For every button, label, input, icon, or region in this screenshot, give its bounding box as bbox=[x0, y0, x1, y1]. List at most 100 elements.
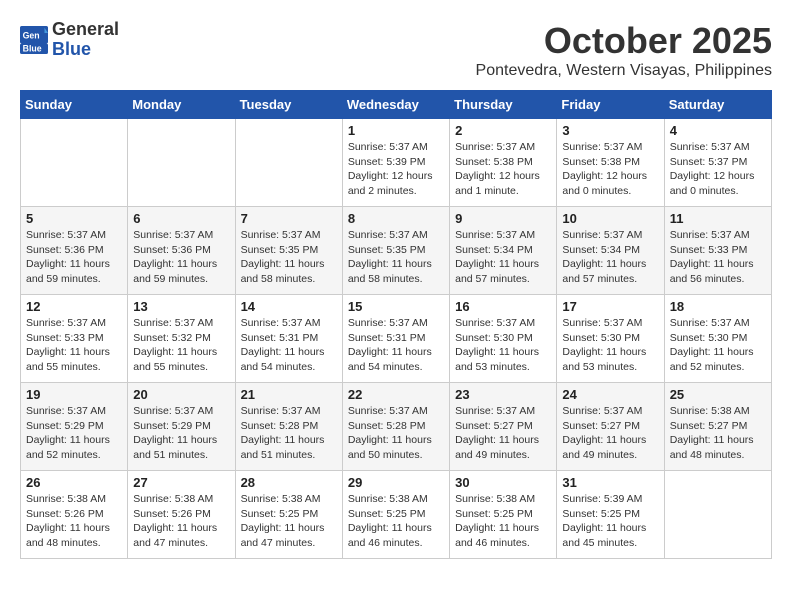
calendar-week-2: 5 Sunrise: 5:37 AM Sunset: 5:36 PM Daylig… bbox=[21, 207, 772, 295]
day-number: 30 bbox=[455, 475, 551, 490]
day-number: 14 bbox=[241, 299, 337, 314]
calendar-cell: 22Sunrise: 5:37 AM Sunset: 5:28 PM Dayli… bbox=[342, 383, 449, 471]
day-number: 4 bbox=[670, 123, 766, 138]
day-info: Sunrise: 5:37 AM Sunset: 5:28 PM Dayligh… bbox=[241, 404, 337, 463]
day-info: Sunrise: 5:37 AM Sunset: 5:38 PM Dayligh… bbox=[455, 140, 551, 199]
day-number: 28 bbox=[241, 475, 337, 490]
calendar-cell: 6Sunrise: 5:37 AM Sunset: 5:36 PM Daylig… bbox=[128, 207, 235, 295]
calendar-cell: 28 Sunrise: 5:38 AM Sunset: 5:25 PM Dayli… bbox=[235, 471, 342, 559]
day-number: 25 bbox=[670, 387, 766, 402]
day-info: Sunrise: 5:39 AM Sunset: 5:25 PM Dayligh… bbox=[562, 492, 658, 551]
day-number: 12 bbox=[26, 299, 122, 314]
calendar-cell: 24Sunrise: 5:37 AM Sunset: 5:27 PM Dayli… bbox=[557, 383, 664, 471]
day-info: Sunrise: 5:37 AM Sunset: 5:35 PM Dayligh… bbox=[241, 228, 337, 287]
day-number: 10 bbox=[562, 211, 658, 226]
calendar-week-5: 26 Sunrise: 5:38 AM Sunset: 5:26 PM Dayli… bbox=[21, 471, 772, 559]
calendar-week-1: 1 Sunrise: 5:37 AM Sunset: 5:39 PM Daylig… bbox=[21, 119, 772, 207]
day-number: 5 bbox=[26, 211, 122, 226]
day-info: Sunrise: 5:37 AM Sunset: 5:27 PM Dayligh… bbox=[562, 404, 658, 463]
day-info: Sunrise: 5:37 AM Sunset: 5:33 PM Dayligh… bbox=[26, 316, 122, 375]
calendar-week-4: 19 Sunrise: 5:37 AM Sunset: 5:29 PM Dayli… bbox=[21, 383, 772, 471]
calendar-cell: 26 Sunrise: 5:38 AM Sunset: 5:26 PM Dayli… bbox=[21, 471, 128, 559]
logo-text: General Blue bbox=[52, 20, 119, 60]
logo-blue: Blue bbox=[52, 40, 119, 60]
day-info: Sunrise: 5:38 AM Sunset: 5:26 PM Dayligh… bbox=[133, 492, 229, 551]
calendar-cell: 11Sunrise: 5:37 AM Sunset: 5:33 PM Dayli… bbox=[664, 207, 771, 295]
calendar-header: SundayMondayTuesdayWednesdayThursdayFrid… bbox=[21, 91, 772, 119]
day-info: Sunrise: 5:38 AM Sunset: 5:27 PM Dayligh… bbox=[670, 404, 766, 463]
day-info: Sunrise: 5:37 AM Sunset: 5:29 PM Dayligh… bbox=[26, 404, 122, 463]
svg-text:Blue: Blue bbox=[23, 43, 42, 53]
logo: Gen Blue General Blue bbox=[20, 20, 119, 60]
calendar-cell: 3Sunrise: 5:37 AM Sunset: 5:38 PM Daylig… bbox=[557, 119, 664, 207]
calendar-cell: 21 Sunrise: 5:37 AM Sunset: 5:28 PM Dayli… bbox=[235, 383, 342, 471]
calendar-cell: 18Sunrise: 5:37 AM Sunset: 5:30 PM Dayli… bbox=[664, 295, 771, 383]
day-info: Sunrise: 5:38 AM Sunset: 5:25 PM Dayligh… bbox=[241, 492, 337, 551]
calendar-cell: 1 Sunrise: 5:37 AM Sunset: 5:39 PM Daylig… bbox=[342, 119, 449, 207]
day-info: Sunrise: 5:37 AM Sunset: 5:31 PM Dayligh… bbox=[241, 316, 337, 375]
calendar-cell: 16 Sunrise: 5:37 AM Sunset: 5:30 PM Dayli… bbox=[450, 295, 557, 383]
day-info: Sunrise: 5:37 AM Sunset: 5:31 PM Dayligh… bbox=[348, 316, 444, 375]
day-number: 1 bbox=[348, 123, 444, 138]
calendar-cell: 14 Sunrise: 5:37 AM Sunset: 5:31 PM Dayli… bbox=[235, 295, 342, 383]
month-title: October 2025 bbox=[476, 20, 772, 62]
calendar-cell: 19 Sunrise: 5:37 AM Sunset: 5:29 PM Dayli… bbox=[21, 383, 128, 471]
day-info: Sunrise: 5:37 AM Sunset: 5:27 PM Dayligh… bbox=[455, 404, 551, 463]
day-info: Sunrise: 5:37 AM Sunset: 5:35 PM Dayligh… bbox=[348, 228, 444, 287]
calendar-cell: 17Sunrise: 5:37 AM Sunset: 5:30 PM Dayli… bbox=[557, 295, 664, 383]
calendar-cell: 9Sunrise: 5:37 AM Sunset: 5:34 PM Daylig… bbox=[450, 207, 557, 295]
calendar-cell: 13Sunrise: 5:37 AM Sunset: 5:32 PM Dayli… bbox=[128, 295, 235, 383]
calendar-cell: 8 Sunrise: 5:37 AM Sunset: 5:35 PM Daylig… bbox=[342, 207, 449, 295]
calendar-cell: 31 Sunrise: 5:39 AM Sunset: 5:25 PM Dayli… bbox=[557, 471, 664, 559]
day-number: 17 bbox=[562, 299, 658, 314]
day-number: 29 bbox=[348, 475, 444, 490]
weekday-header-row: SundayMondayTuesdayWednesdayThursdayFrid… bbox=[21, 91, 772, 119]
weekday-header-tuesday: Tuesday bbox=[235, 91, 342, 119]
day-number: 7 bbox=[241, 211, 337, 226]
calendar-cell: 10Sunrise: 5:37 AM Sunset: 5:34 PM Dayli… bbox=[557, 207, 664, 295]
calendar-cell bbox=[21, 119, 128, 207]
weekday-header-wednesday: Wednesday bbox=[342, 91, 449, 119]
weekday-header-friday: Friday bbox=[557, 91, 664, 119]
day-number: 9 bbox=[455, 211, 551, 226]
day-info: Sunrise: 5:37 AM Sunset: 5:39 PM Dayligh… bbox=[348, 140, 444, 199]
title-area: October 2025 Pontevedra, Western Visayas… bbox=[476, 20, 772, 80]
day-info: Sunrise: 5:37 AM Sunset: 5:36 PM Dayligh… bbox=[26, 228, 122, 287]
day-number: 13 bbox=[133, 299, 229, 314]
calendar-table: SundayMondayTuesdayWednesdayThursdayFrid… bbox=[20, 90, 772, 559]
day-number: 2 bbox=[455, 123, 551, 138]
day-number: 31 bbox=[562, 475, 658, 490]
calendar-cell: 23 Sunrise: 5:37 AM Sunset: 5:27 PM Dayli… bbox=[450, 383, 557, 471]
day-number: 19 bbox=[26, 387, 122, 402]
page-header: Gen Blue General Blue October 2025 Ponte… bbox=[20, 20, 772, 80]
calendar-cell: 27 Sunrise: 5:38 AM Sunset: 5:26 PM Dayli… bbox=[128, 471, 235, 559]
location-title: Pontevedra, Western Visayas, Philippines bbox=[476, 62, 772, 80]
day-number: 21 bbox=[241, 387, 337, 402]
day-number: 27 bbox=[133, 475, 229, 490]
calendar-cell: 30 Sunrise: 5:38 AM Sunset: 5:25 PM Dayli… bbox=[450, 471, 557, 559]
day-number: 8 bbox=[348, 211, 444, 226]
day-info: Sunrise: 5:37 AM Sunset: 5:33 PM Dayligh… bbox=[670, 228, 766, 287]
calendar-cell: 25 Sunrise: 5:38 AM Sunset: 5:27 PM Dayli… bbox=[664, 383, 771, 471]
day-number: 23 bbox=[455, 387, 551, 402]
calendar-cell: 15 Sunrise: 5:37 AM Sunset: 5:31 PM Dayli… bbox=[342, 295, 449, 383]
logo-icon: Gen Blue bbox=[20, 26, 48, 54]
calendar-cell: 12 Sunrise: 5:37 AM Sunset: 5:33 PM Dayli… bbox=[21, 295, 128, 383]
day-number: 26 bbox=[26, 475, 122, 490]
calendar-cell: 20Sunrise: 5:37 AM Sunset: 5:29 PM Dayli… bbox=[128, 383, 235, 471]
day-number: 18 bbox=[670, 299, 766, 314]
calendar-week-3: 12 Sunrise: 5:37 AM Sunset: 5:33 PM Dayli… bbox=[21, 295, 772, 383]
day-info: Sunrise: 5:38 AM Sunset: 5:25 PM Dayligh… bbox=[455, 492, 551, 551]
svg-text:Gen: Gen bbox=[23, 30, 40, 40]
weekday-header-monday: Monday bbox=[128, 91, 235, 119]
day-number: 16 bbox=[455, 299, 551, 314]
calendar-cell: 2 Sunrise: 5:37 AM Sunset: 5:38 PM Daylig… bbox=[450, 119, 557, 207]
calendar-cell bbox=[128, 119, 235, 207]
calendar-cell bbox=[664, 471, 771, 559]
day-number: 6 bbox=[133, 211, 229, 226]
day-number: 15 bbox=[348, 299, 444, 314]
day-info: Sunrise: 5:38 AM Sunset: 5:26 PM Dayligh… bbox=[26, 492, 122, 551]
weekday-header-sunday: Sunday bbox=[21, 91, 128, 119]
day-info: Sunrise: 5:37 AM Sunset: 5:30 PM Dayligh… bbox=[455, 316, 551, 375]
day-number: 22 bbox=[348, 387, 444, 402]
